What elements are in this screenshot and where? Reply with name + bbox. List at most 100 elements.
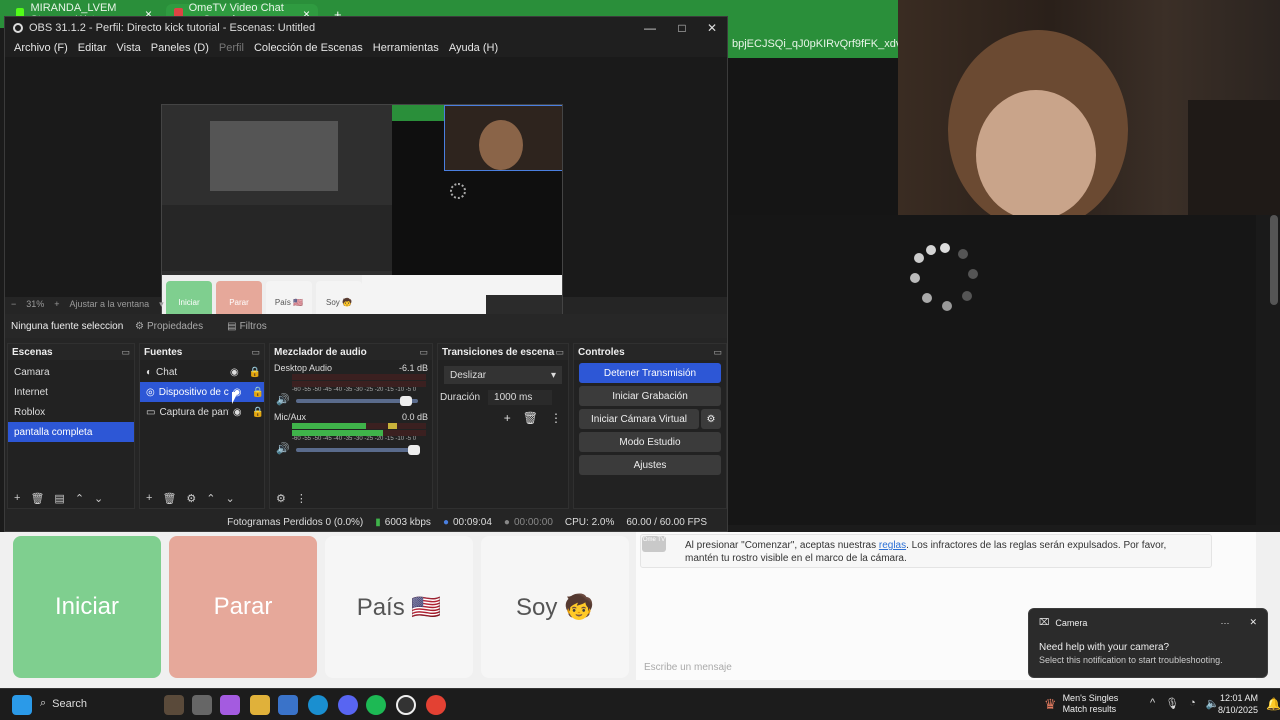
start-button-icon[interactable]	[12, 695, 32, 715]
obs-icon[interactable]	[396, 695, 416, 715]
eye-icon[interactable]: ◉	[230, 367, 239, 378]
start-button[interactable]: Iniciar	[13, 536, 161, 678]
chevron-down-icon[interactable]: ▾	[159, 299, 164, 310]
fit-window-label[interactable]: Ajustar a la ventana	[70, 299, 150, 309]
menu-editar[interactable]: Editar	[73, 42, 112, 54]
taskbar-search[interactable]: ⌕ Search	[40, 697, 87, 710]
add-icon[interactable]: +	[146, 492, 152, 504]
stop-stream-button[interactable]: Detener Transmisión	[579, 363, 721, 383]
trash-icon[interactable]: 🗑	[30, 492, 44, 505]
spotify-icon[interactable]	[366, 695, 386, 715]
properties-button[interactable]: ⚙ Propiedades	[123, 321, 215, 332]
more-icon[interactable]: ⋮	[296, 492, 307, 505]
camera-notification[interactable]: ⌧ Camera ··· ✕ Need help with your camer…	[1028, 608, 1268, 678]
duration-label: Duración	[440, 392, 481, 403]
scrollbar-thumb[interactable]	[1270, 215, 1278, 305]
menu-paneles[interactable]: Paneles (D)	[146, 42, 214, 54]
duration-input[interactable]: 1000 ms	[488, 390, 553, 405]
dock-menu-icon[interactable]: ▭	[713, 347, 722, 358]
zoom-in-button[interactable]: +	[54, 299, 59, 309]
copilot-icon[interactable]	[220, 695, 240, 715]
volume-slider[interactable]	[295, 444, 421, 455]
rules-link[interactable]: reglas	[879, 540, 906, 551]
filters-button[interactable]: ▤ Filtros	[215, 321, 279, 332]
more-icon[interactable]: ⋮	[550, 411, 562, 425]
search-highlight-icon[interactable]	[164, 695, 184, 715]
country-button[interactable]: País 🇺🇸	[325, 536, 473, 678]
gear-icon[interactable]: ⚙	[186, 492, 196, 505]
discord-icon[interactable]	[338, 695, 358, 715]
file-explorer-icon[interactable]	[250, 695, 270, 715]
menu-vista[interactable]: Vista	[112, 42, 146, 54]
minimize-button[interactable]: —	[635, 17, 665, 39]
preview-spinner-icon	[450, 183, 466, 199]
move-down-icon[interactable]: ⌄	[94, 492, 103, 505]
speaker-icon[interactable]: 🔊	[276, 442, 290, 455]
network-icon[interactable]: ◔	[1189, 697, 1196, 710]
menu-archivo[interactable]: Archivo (F)	[9, 42, 73, 54]
virtual-camera-button[interactable]: Iniciar Cámara Virtual	[579, 409, 699, 429]
trash-icon[interactable]: 🗑	[523, 411, 538, 425]
move-up-icon[interactable]: ⌃	[75, 492, 84, 505]
close-icon[interactable]: ✕	[1249, 617, 1257, 628]
dock-menu-icon[interactable]: ▭	[251, 347, 260, 358]
transition-type: Deslizar	[450, 369, 487, 381]
move-down-icon[interactable]: ⌄	[226, 492, 235, 505]
obs-title-bar[interactable]: OBS 31.1.2 - Perfil: Directo kick tutori…	[5, 17, 727, 39]
url-fragment[interactable]: bpjECJSQi_qJ0pKIRvQrf9fFK_xdvylzMum	[728, 28, 900, 58]
tray-expand-icon[interactable]: ^	[1150, 697, 1155, 710]
trash-icon[interactable]: 🗑	[162, 492, 176, 505]
source-item-chat[interactable]: ◐ Chat ◉ 🔒	[140, 362, 264, 382]
menu-perfil[interactable]: Perfil	[214, 42, 249, 54]
lock-icon[interactable]: 🔒	[252, 407, 264, 418]
speaker-icon[interactable]: 🔊	[276, 393, 290, 406]
scene-item-pantalla-completa[interactable]: pantalla completa	[8, 422, 134, 442]
menu-herramientas[interactable]: Herramientas	[368, 42, 444, 54]
news-widget[interactable]: ♛ Men's Singles Match results	[1044, 693, 1118, 715]
dock-menu-icon[interactable]: ▭	[419, 347, 428, 358]
notification-bell-icon[interactable]: 🔔	[1266, 697, 1280, 711]
preview-area[interactable]: Iniciar Parar País 🇺🇸 Soy 🧒	[5, 57, 727, 330]
lock-icon[interactable]: 🔒	[249, 367, 261, 378]
system-tray[interactable]: ^ 🎙 ◔ 🔈	[1150, 697, 1220, 710]
chat-browser-icon: ◐	[146, 366, 153, 378]
background-object	[1188, 100, 1280, 215]
close-button[interactable]: ✕	[697, 17, 727, 39]
settings-button[interactable]: Ajustes	[579, 455, 721, 475]
scene-item-camara[interactable]: Camara	[8, 362, 134, 382]
clock[interactable]: 12:01 AM 8/10/2025	[1218, 692, 1258, 716]
scene-item-internet[interactable]: Internet	[8, 382, 134, 402]
task-view-icon[interactable]	[192, 695, 212, 715]
add-icon[interactable]: +	[14, 492, 20, 504]
maximize-button[interactable]: □	[667, 17, 697, 39]
chrome-icon[interactable]	[426, 695, 446, 715]
studio-mode-button[interactable]: Modo Estudio	[579, 432, 721, 452]
start-recording-button[interactable]: Iniciar Grabación	[579, 386, 721, 406]
stop-button[interactable]: Parar	[169, 536, 317, 678]
menu-bar: Archivo (F) Editar Vista Paneles (D) Per…	[5, 39, 727, 57]
store-icon[interactable]	[278, 695, 298, 715]
source-item-screen-capture[interactable]: ▭ Captura de pantalla ◉ 🔒	[140, 402, 264, 422]
gender-button[interactable]: Soy 🧒	[481, 536, 629, 678]
menu-coleccion[interactable]: Colección de Escenas	[249, 42, 368, 54]
menu-ayuda[interactable]: Ayuda (H)	[444, 42, 503, 54]
transition-select[interactable]: Deslizar ▾	[444, 366, 562, 384]
dock-menu-icon[interactable]: ▭	[555, 347, 564, 358]
microphone-icon[interactable]: 🎙	[1165, 697, 1179, 710]
filter-icon[interactable]: ▤	[54, 492, 64, 505]
move-up-icon[interactable]: ⌃	[206, 492, 215, 505]
dock-menu-icon[interactable]: ▭	[121, 347, 130, 358]
zoom-out-button[interactable]: −	[11, 299, 16, 309]
volume-slider[interactable]	[295, 395, 418, 406]
edge-icon[interactable]	[308, 695, 328, 715]
lock-icon[interactable]: 🔒	[251, 387, 263, 398]
scene-item-roblox[interactable]: Roblox	[8, 402, 134, 422]
source-item-capture-device[interactable]: ◎ Dispositivo de captura de video ◉ 🔒	[140, 382, 264, 402]
gear-icon[interactable]: ⚙	[276, 492, 286, 505]
more-options-icon[interactable]: ···	[1220, 618, 1229, 628]
add-icon[interactable]: +	[504, 411, 511, 425]
trophy-icon: ♛	[1044, 695, 1057, 712]
record-time: 00:00:00	[513, 516, 553, 528]
gear-icon[interactable]: ⚙	[701, 409, 721, 429]
eye-icon[interactable]: ◉	[233, 407, 242, 418]
